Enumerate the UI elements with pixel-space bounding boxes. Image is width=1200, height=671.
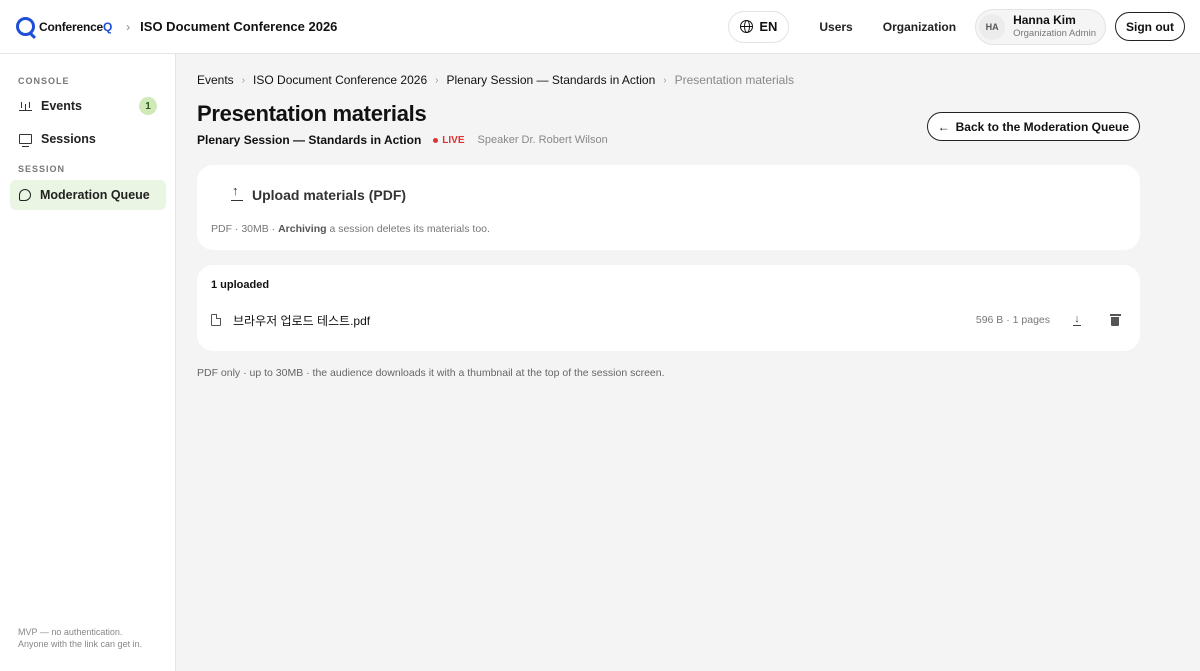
upload-card: Upload materials (PDF) PDF · 30MB · Arch… — [197, 165, 1140, 250]
chevron-right-icon: › — [663, 74, 667, 86]
back-to-moderation-queue-button[interactable]: ← Back to the Moderation Queue — [926, 112, 1140, 141]
upload-icon — [231, 183, 243, 202]
sidebar-footer-note: MVP — no authentication. Anyone with the… — [18, 626, 168, 650]
logo[interactable]: ConferenceQ — [16, 17, 112, 36]
events-icon — [19, 101, 32, 111]
globe-icon — [740, 20, 754, 33]
chevron-right-icon: › — [126, 19, 131, 34]
sign-out-button[interactable]: Sign out — [1115, 12, 1185, 41]
speaker-name: Speaker Dr. Robert Wilson — [477, 134, 608, 146]
live-dot-icon — [433, 137, 439, 143]
live-label: LIVE — [442, 134, 465, 146]
breadcrumb-session[interactable]: Plenary Session — Standards in Action — [446, 73, 655, 87]
upload-label: Upload materials (PDF) — [252, 187, 407, 203]
trash-icon — [1109, 314, 1121, 326]
footer-line: MVP — no authentication. — [18, 627, 123, 637]
file-meta: 596 B · 1 pages — [975, 314, 1050, 326]
chat-icon — [19, 189, 31, 201]
top-bar: ConferenceQ › ISO Document Conference 20… — [0, 0, 1200, 54]
language-button[interactable]: EN — [728, 10, 790, 43]
list-item: 브라우저 업로드 테스트.pdf 596 B · 1 pages ↓ — [211, 311, 1126, 329]
events-count-badge: 1 — [139, 97, 157, 115]
event-title[interactable]: ISO Document Conference 2026 — [140, 19, 337, 34]
file-name[interactable]: 브라우저 업로드 테스트.pdf — [233, 312, 370, 329]
sidebar-item-label: Sessions — [41, 132, 96, 146]
nav-organization[interactable]: Organization — [883, 20, 956, 34]
user-name: Hanna Kim — [1013, 13, 1076, 27]
logo-text: ConferenceQ — [39, 19, 113, 34]
session-info: Plenary Session — Standards in Action LI… — [197, 133, 608, 147]
sidebar-section-console: CONSOLE — [18, 76, 70, 86]
monitor-icon — [19, 134, 32, 148]
download-button[interactable]: ↓ — [1066, 311, 1088, 329]
back-label: Back to the Moderation Queue — [955, 119, 1129, 134]
breadcrumb-current: Presentation materials — [674, 73, 794, 87]
logo-q-icon — [16, 17, 35, 36]
upload-materials-button[interactable]: Upload materials (PDF) — [231, 183, 407, 203]
language-label: EN — [759, 19, 778, 34]
uploaded-count: 1 uploaded — [211, 279, 270, 291]
footer-line: Anyone with the link can get in. — [18, 639, 143, 649]
sidebar-item-moderation-queue[interactable]: Moderation Queue — [10, 180, 166, 210]
chevron-right-icon: › — [241, 74, 246, 86]
chevron-right-icon: › — [435, 74, 439, 86]
note-bold: Archiving — [278, 223, 327, 235]
breadcrumb-event[interactable]: ISO Document Conference 2026 — [253, 73, 427, 87]
sidebar: CONSOLE Events 1 Sessions SESSION Modera… — [0, 54, 176, 671]
download-icon: ↓ — [1073, 313, 1081, 326]
user-menu[interactable]: HA Hanna Kim Organization Admin — [975, 8, 1106, 45]
sidebar-item-label: Moderation Queue — [40, 188, 150, 202]
file-icon — [211, 314, 221, 326]
sidebar-item-sessions[interactable]: Sessions — [10, 124, 166, 154]
uploaded-files-card: 1 uploaded 브라우저 업로드 테스트.pdf 596 B · 1 pa… — [197, 265, 1140, 351]
page-title: Presentation materials — [197, 101, 427, 126]
breadcrumb: Events › ISO Document Conference 2026 › … — [197, 73, 794, 87]
breadcrumb-events[interactable]: Events — [197, 73, 234, 87]
session-name: Plenary Session — Standards in Action — [197, 133, 422, 147]
footer-note: PDF only · up to 30MB · the audience dow… — [197, 367, 665, 379]
note-suffix: a session deletes its materials too. — [326, 223, 490, 235]
sidebar-item-events[interactable]: Events 1 — [10, 91, 166, 121]
nav-users[interactable]: Users — [819, 20, 852, 34]
user-role: Organization Admin — [1013, 28, 1096, 39]
sidebar-section-session: SESSION — [18, 164, 66, 174]
upload-note: PDF · 30MB · Archiving a session deletes… — [211, 223, 490, 235]
delete-button[interactable] — [1104, 311, 1126, 329]
arrow-left-icon: ← — [937, 119, 950, 134]
sidebar-item-label: Events — [41, 99, 82, 113]
avatar: HA — [979, 13, 1006, 40]
note-prefix: PDF · 30MB · — [211, 223, 279, 235]
live-badge: LIVE — [433, 134, 465, 146]
